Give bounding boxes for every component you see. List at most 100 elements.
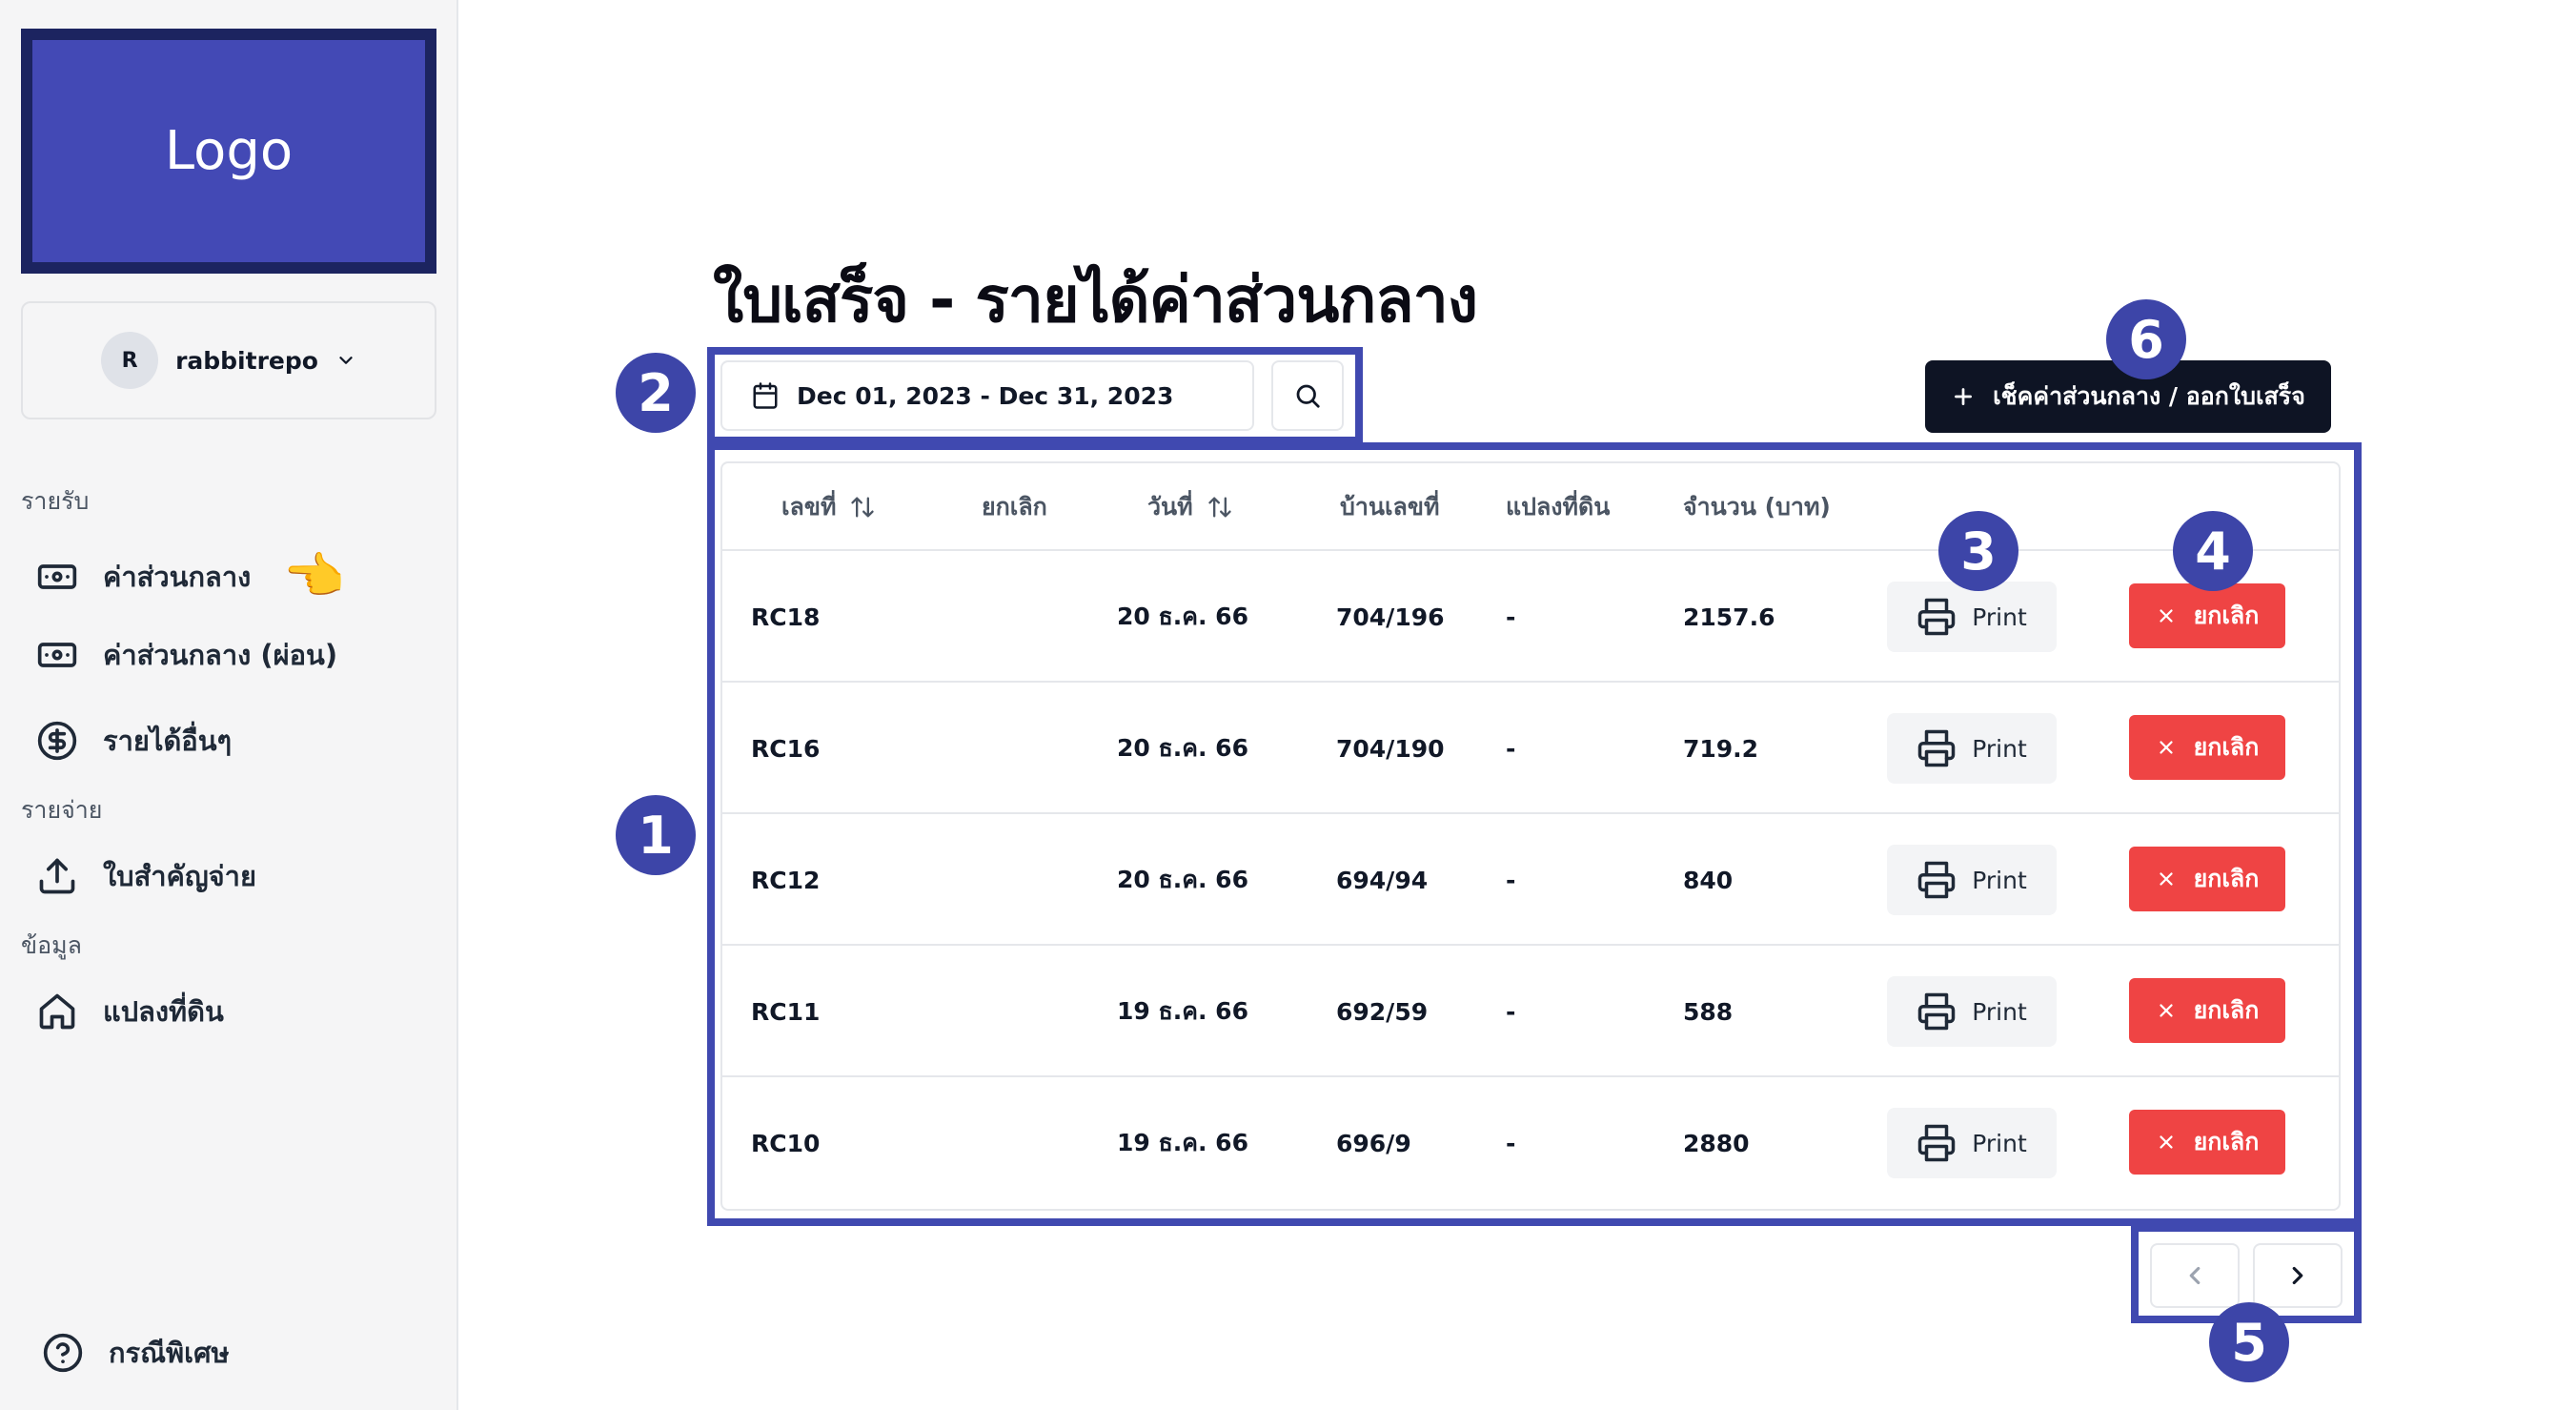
sidebar-item-label: ค่าส่วนกลาง (ผ่อน) — [103, 639, 338, 671]
annotation-marker-5: 5 — [2209, 1302, 2289, 1382]
next-page-button[interactable] — [2253, 1243, 2343, 1308]
cell-date: 20 ธ.ค. 66 — [1117, 734, 1248, 762]
table-row: RC18 20 ธ.ค. 66 704/196 - 2157.6 Print ยกเลิก — [722, 551, 2339, 683]
print-label: Print — [1972, 603, 2027, 631]
sidebar-item-common-fee-installment[interactable]: ค่าส่วนกลาง (ผ่อน) — [36, 633, 337, 677]
cancel-receipt-button[interactable]: ยกเลิก — [2129, 715, 2285, 780]
cell-number: RC16 — [751, 734, 821, 763]
printer-icon — [1917, 598, 1956, 636]
sidebar-item-label: กรณีพิเศษ — [109, 1337, 230, 1369]
cell-amount: 2880 — [1683, 1129, 1750, 1157]
dollar-circle-icon — [37, 721, 77, 761]
receipts-table: เลขที่ ยกเลิก วันที่ บ้านเลขที่ แปลงที่ด… — [720, 461, 2341, 1211]
print-button[interactable]: Print — [1887, 713, 2057, 784]
print-button[interactable]: Print — [1887, 976, 2057, 1047]
cell-date: 20 ธ.ค. 66 — [1117, 866, 1248, 893]
section-label-expense: รายจ่าย — [21, 796, 103, 824]
user-name: rabbitrepo — [175, 346, 318, 375]
sidebar-item-land-plots[interactable]: แปลงที่ดิน — [36, 990, 224, 1033]
cell-number: RC12 — [751, 866, 821, 894]
printer-icon — [1917, 861, 1956, 899]
table-row: RC11 19 ธ.ค. 66 692/59 - 588 Print ยกเลิก — [722, 946, 2339, 1077]
print-button[interactable]: Print — [1887, 582, 2057, 652]
pointing-hand-icon: 👈 — [283, 548, 346, 605]
cell-house-no: 696/9 — [1336, 1129, 1411, 1157]
print-button[interactable]: Print — [1887, 1108, 2057, 1178]
cell-land-plot: - — [1506, 866, 1516, 894]
cancel-receipt-button[interactable]: ยกเลิก — [2129, 847, 2285, 911]
home-icon — [39, 993, 75, 1030]
sidebar-item-payment-voucher[interactable]: ใบสำคัญจ่าย — [36, 854, 256, 898]
section-label-data: ข้อมูล — [21, 931, 82, 959]
cancel-label: ยกเลิก — [2193, 1128, 2260, 1155]
cell-amount: 840 — [1683, 866, 1734, 894]
cell-number: RC11 — [751, 997, 821, 1026]
upload-icon — [39, 858, 75, 894]
close-icon — [2159, 1004, 2173, 1017]
sidebar-item-label: แปลงที่ดิน — [103, 995, 224, 1028]
sort-icon — [851, 497, 875, 518]
cell-house-no: 704/196 — [1336, 603, 1445, 631]
cell-amount: 588 — [1683, 997, 1734, 1026]
sidebar-item-special-case[interactable]: กรณีพิเศษ — [42, 1331, 230, 1375]
annotation-marker-6: 6 — [2106, 299, 2186, 379]
sidebar-item-common-fee[interactable]: ค่าส่วนกลาง 👈 — [36, 547, 345, 605]
cell-date: 20 ธ.ค. 66 — [1117, 603, 1248, 630]
annotation-marker-1: 1 — [616, 795, 696, 875]
printer-icon — [1917, 1124, 1956, 1162]
close-icon — [2159, 872, 2173, 886]
avatar: R — [101, 332, 159, 389]
close-icon — [2159, 609, 2173, 623]
table-row: RC16 20 ธ.ค. 66 704/190 - 719.2 Print ยกเลิก — [722, 683, 2339, 814]
annotation-marker-4: 4 — [2173, 511, 2253, 591]
print-label: Print — [1972, 734, 2027, 763]
cell-house-no: 704/190 — [1336, 734, 1445, 763]
search-button[interactable] — [1271, 360, 1344, 431]
print-button[interactable]: Print — [1887, 845, 2057, 915]
banknote-icon — [37, 563, 77, 589]
date-range-value: Dec 01, 2023 - Dec 31, 2023 — [797, 381, 1174, 410]
printer-icon — [1917, 992, 1956, 1031]
annotation-marker-3: 3 — [1938, 511, 2018, 591]
search-icon — [1296, 384, 1320, 408]
table-row: RC12 20 ธ.ค. 66 694/94 - 840 Print ยกเลิก — [722, 814, 2339, 946]
column-header-cancelled: ยกเลิก — [982, 493, 1047, 521]
close-icon — [2159, 741, 2173, 754]
column-header-date[interactable]: วันที่ — [1147, 463, 1233, 551]
cancel-label: ยกเลิก — [2193, 602, 2260, 629]
column-header-land-plot: แปลงที่ดิน — [1506, 493, 1611, 521]
annotation-marker-2: 2 — [616, 353, 696, 433]
cta-label: เช็คค่าส่วนกลาง / ออกใบเสร็จ — [1993, 382, 2305, 410]
cancel-receipt-button[interactable]: ยกเลิก — [2129, 978, 2285, 1043]
cell-land-plot: - — [1506, 734, 1516, 763]
banknote-icon — [37, 643, 77, 667]
calendar-icon — [753, 382, 778, 409]
cell-land-plot: - — [1506, 603, 1516, 631]
sidebar: Logo R rabbitrepo รายรับ ค่าส่วนกลาง 👈 ค… — [0, 0, 458, 1410]
cell-land-plot: - — [1506, 1129, 1516, 1157]
user-menu[interactable]: R rabbitrepo — [21, 301, 436, 419]
cell-house-no: 692/59 — [1336, 997, 1429, 1026]
column-header-number[interactable]: เลขที่ — [781, 463, 876, 551]
chevron-down-icon — [339, 357, 353, 364]
cancel-receipt-button[interactable]: ยกเลิก — [2129, 1110, 2285, 1175]
sidebar-item-other-income[interactable]: รายได้อื่นๆ — [36, 719, 232, 763]
cell-amount: 2157.6 — [1683, 603, 1775, 631]
cell-date: 19 ธ.ค. 66 — [1117, 1129, 1248, 1156]
page-title: ใบเสร็จ - รายได้ค่าส่วนกลาง — [713, 263, 1478, 337]
cancel-label: ยกเลิก — [2193, 865, 2260, 892]
cell-house-no: 694/94 — [1336, 866, 1429, 894]
print-label: Print — [1972, 997, 2027, 1026]
cancel-receipt-button[interactable]: ยกเลิก — [2129, 583, 2285, 648]
close-icon — [2159, 1135, 2173, 1149]
date-range-picker[interactable]: Dec 01, 2023 - Dec 31, 2023 — [720, 360, 1254, 431]
print-label: Print — [1972, 1129, 2027, 1157]
sidebar-item-label: รายได้อื่นๆ — [103, 725, 233, 757]
logo-label: Logo — [32, 40, 425, 262]
cell-amount: 719.2 — [1683, 734, 1759, 763]
app-root: Logo R rabbitrepo รายรับ ค่าส่วนกลาง 👈 ค… — [0, 0, 2576, 1410]
previous-page-button[interactable] — [2150, 1243, 2240, 1308]
cell-number: RC18 — [751, 603, 821, 631]
help-circle-icon — [43, 1333, 83, 1373]
chevron-right-icon — [2292, 1266, 2303, 1285]
